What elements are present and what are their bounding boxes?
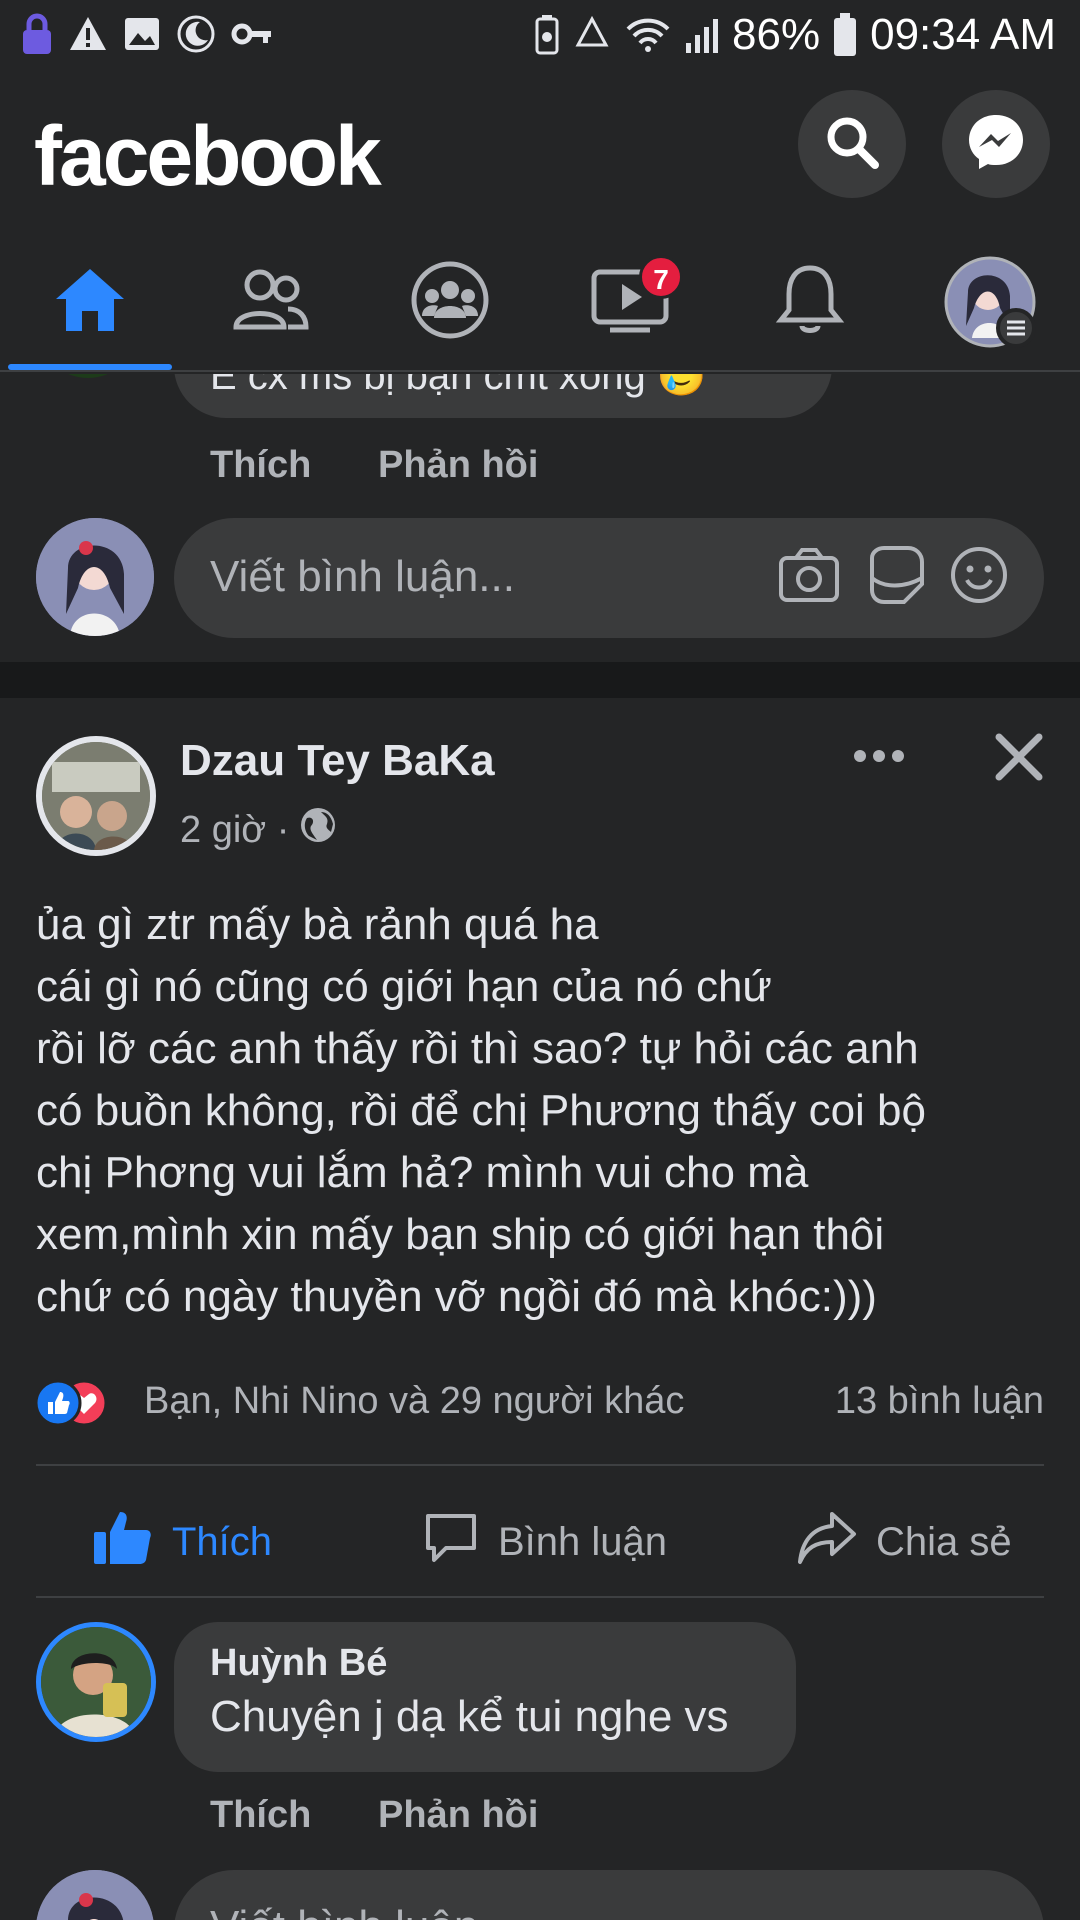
emoji-icon[interactable] bbox=[950, 546, 1008, 609]
battery-icon bbox=[832, 12, 858, 58]
divider bbox=[36, 1596, 1044, 1598]
divider bbox=[36, 1464, 1044, 1466]
more-icon[interactable] bbox=[852, 746, 906, 771]
groups-icon bbox=[410, 260, 490, 345]
commenter-avatar[interactable] bbox=[36, 1622, 156, 1742]
comment-reply-button[interactable]: Phản hồi bbox=[378, 444, 538, 487]
wifi-icon bbox=[624, 15, 672, 55]
post-text-line: xem,mình xin mấy bạn ship có giới hạn th… bbox=[36, 1210, 885, 1259]
post-author-name[interactable]: Dzau Tey BaKa bbox=[180, 736, 495, 786]
reactions-text[interactable]: Bạn, Nhi Nino và 29 người khác bbox=[144, 1380, 684, 1423]
tab-menu[interactable] bbox=[905, 232, 1075, 372]
news-feed[interactable]: E cx ms bị bạn cmt xong 🥲 Thích Phản hồi… bbox=[0, 374, 1080, 1920]
user-avatar[interactable] bbox=[36, 518, 154, 636]
share-label: Chia sẻ bbox=[876, 1519, 1012, 1564]
post-meta: 2 giờ · bbox=[180, 806, 337, 854]
comment-label: Bình luận bbox=[498, 1519, 668, 1564]
tab-bar bbox=[0, 232, 1080, 372]
tab-groups[interactable] bbox=[365, 232, 535, 372]
status-left-icons bbox=[20, 12, 274, 56]
facebook-logo[interactable]: facebook bbox=[34, 108, 382, 205]
user-avatar[interactable] bbox=[36, 1870, 154, 1920]
comment-like-button[interactable]: Thích bbox=[210, 444, 311, 487]
comment-button[interactable]: Bình luận bbox=[422, 1492, 667, 1592]
reaction-icons bbox=[34, 1378, 136, 1428]
battery-percent: 86% bbox=[732, 10, 821, 59]
bell-icon bbox=[775, 262, 845, 343]
like-label: Thích bbox=[172, 1519, 273, 1564]
watch-badge: 7 bbox=[639, 255, 683, 299]
moon-icon bbox=[176, 14, 216, 54]
post-text-line: chị Phơng vui lắm hả? mình vui cho mà bbox=[36, 1148, 809, 1197]
app-header: facebook bbox=[0, 72, 1080, 232]
tab-watch[interactable] bbox=[545, 232, 715, 372]
post-text-line: có buồn không, rồi để chị Phương thấy co… bbox=[36, 1086, 926, 1135]
share-icon bbox=[796, 1508, 858, 1576]
post-text-line: cái gì nó cũng có giới hạn của nó chứ bbox=[36, 962, 772, 1011]
recycle-icon bbox=[572, 15, 612, 55]
comment-input-placeholder: Viết bình luận... bbox=[210, 552, 515, 601]
comment-like-button[interactable]: Thích bbox=[210, 1794, 311, 1837]
home-icon bbox=[52, 265, 128, 340]
messenger-button[interactable] bbox=[942, 90, 1050, 198]
signal-icon bbox=[684, 15, 720, 55]
sticker-icon[interactable] bbox=[864, 544, 926, 611]
tab-notifications[interactable] bbox=[725, 232, 895, 372]
tab-friends[interactable] bbox=[185, 232, 355, 372]
comment-reply-button[interactable]: Phản hồi bbox=[378, 1794, 538, 1837]
image-icon bbox=[122, 14, 162, 54]
messenger-icon bbox=[965, 111, 1027, 178]
commenter-name[interactable]: Huỳnh Bé bbox=[210, 1642, 387, 1685]
post-author-avatar[interactable] bbox=[36, 736, 156, 856]
status-bar: 86% 09:34 AM bbox=[0, 0, 1080, 72]
like-button[interactable]: Thích bbox=[92, 1492, 272, 1592]
share-button[interactable]: Chia sẻ bbox=[796, 1492, 1012, 1592]
status-right: 86% 09:34 AM bbox=[534, 10, 1056, 60]
post-time[interactable]: 2 giờ · bbox=[180, 809, 289, 852]
globe-icon bbox=[299, 806, 337, 854]
clock: 09:34 AM bbox=[870, 10, 1056, 59]
warning-icon bbox=[68, 14, 108, 54]
battery-saver-icon bbox=[534, 13, 560, 57]
comment-icon bbox=[422, 1508, 480, 1576]
post-text: ủa gì ztr mấy bà rảnh quá ha cái gì nó c… bbox=[36, 894, 1046, 1328]
comment-text: E cx ms bị bạn cmt xong 🥲 bbox=[210, 374, 707, 398]
comment-input-placeholder: Viết bình luận... bbox=[210, 1902, 515, 1920]
tab-home[interactable] bbox=[5, 232, 175, 372]
comment-avatar[interactable] bbox=[36, 374, 140, 378]
lock-icon bbox=[20, 12, 54, 56]
search-icon bbox=[823, 113, 881, 176]
post-text-line: ủa gì ztr mấy bà rảnh quá ha bbox=[36, 900, 599, 949]
reactions-summary[interactable]: Bạn, Nhi Nino và 29 người khác 13 bình l… bbox=[34, 1374, 1044, 1434]
friends-icon bbox=[230, 265, 310, 340]
profile-menu-icon bbox=[944, 256, 1036, 348]
comments-count[interactable]: 13 bình luận bbox=[835, 1380, 1044, 1423]
active-tab-indicator bbox=[8, 364, 172, 370]
thumbs-up-icon bbox=[92, 1508, 154, 1576]
camera-icon[interactable] bbox=[778, 546, 840, 609]
search-button[interactable] bbox=[798, 90, 906, 198]
comment-text: Chuyện j dạ kể tui nghe vs bbox=[210, 1692, 729, 1741]
post-separator bbox=[0, 662, 1080, 698]
post-text-line: chứ có ngày thuyền vỡ ngồi đó mà khóc:))… bbox=[36, 1272, 877, 1321]
close-icon[interactable] bbox=[994, 732, 1044, 787]
post-text-line: rồi lỡ các anh thấy rồi thì sao? tự hỏi … bbox=[36, 1024, 919, 1073]
key-icon bbox=[230, 14, 274, 54]
